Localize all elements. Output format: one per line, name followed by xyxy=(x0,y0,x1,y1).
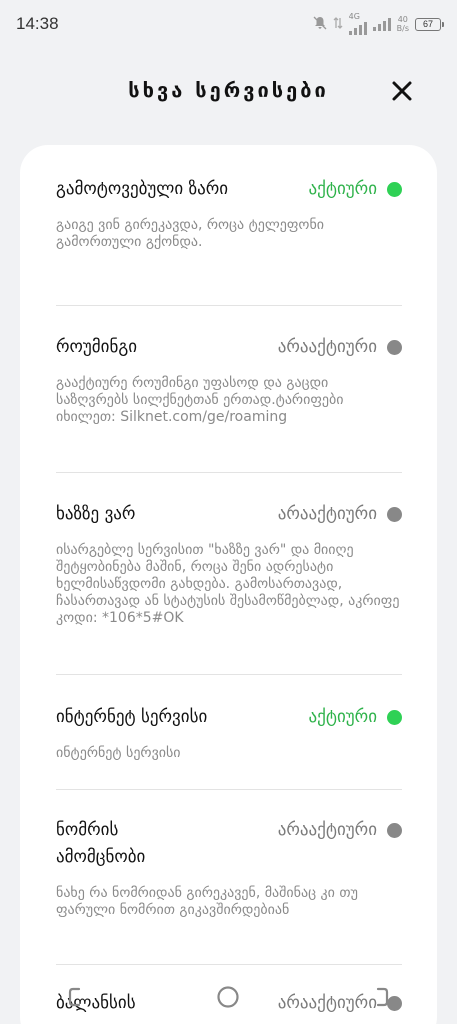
service-roaming: როუმინგი არააქტიური გააქტიურე როუმინგი უ… xyxy=(56,334,402,426)
recents-button[interactable] xyxy=(361,977,401,1017)
service-status: არააქტიური xyxy=(277,504,377,524)
service-description: გაიგე ვინ გირეკავდა, როცა ტელეფონი გამორ… xyxy=(56,217,325,250)
home-icon xyxy=(217,986,240,1008)
service-toggle[interactable]: აქტიური xyxy=(309,704,402,731)
back-button[interactable] xyxy=(56,977,96,1017)
service-name: როუმინგი xyxy=(56,337,138,357)
header: სხვა სერვისები xyxy=(0,70,457,114)
service-description: ინტერნეტ სერვისი xyxy=(56,745,181,761)
system-nav-bar xyxy=(0,970,457,1024)
close-icon xyxy=(392,81,412,101)
service-toggle[interactable]: არააქტიური xyxy=(278,334,402,361)
service-toggle[interactable]: აქტიური xyxy=(309,176,402,203)
divider xyxy=(56,674,402,675)
net-speed: 40 B/s xyxy=(397,15,409,33)
service-toggle[interactable]: არააქტიური xyxy=(278,501,402,528)
mute-icon xyxy=(313,16,327,33)
divider xyxy=(56,472,402,473)
service-name: ნომრის ამომცნობი xyxy=(56,820,146,867)
service-on-the-line: ხაზზე ვარ არააქტიური ისარგებლე სერვისით … xyxy=(56,501,402,627)
status-dot-icon xyxy=(387,182,402,197)
service-missed-call: გამოტოვებული ზარი აქტიური გაიგე ვინ გირე… xyxy=(56,176,402,251)
service-name: ხაზზე ვარ xyxy=(56,504,136,524)
network-type: 4G xyxy=(348,12,360,21)
battery-level: 67 xyxy=(422,19,433,29)
net-speed-value: 40 xyxy=(397,15,408,24)
signal-icon-2 xyxy=(372,17,391,31)
status-dot-icon xyxy=(387,710,402,725)
signal-icon xyxy=(348,21,367,35)
status-dot-icon xyxy=(387,340,402,355)
service-description: გააქტიურე როუმინგი უფასოდ და გაცდი საზღვ… xyxy=(56,375,344,425)
recents-icon xyxy=(376,987,388,1007)
service-name: ინტერნეტ სერვისი xyxy=(56,707,208,727)
status-bar: 14:38 4G 40 B/s 67 xyxy=(0,0,457,48)
battery-icon: 67 xyxy=(415,17,444,31)
service-description: ისარგებლე სერვისით "ხაზზე ვარ" და მიიღე … xyxy=(56,542,400,626)
service-status: არააქტიური xyxy=(277,337,377,357)
divider xyxy=(56,964,402,965)
status-time: 14:38 xyxy=(16,14,59,33)
divider xyxy=(56,789,402,790)
back-icon xyxy=(69,987,81,1007)
data-arrows-icon xyxy=(333,16,343,33)
service-internet: ინტერნეტ სერვისი აქტიური ინტერნეტ სერვის… xyxy=(56,704,402,762)
service-description: ნახე რა ნომრიდან გირეკავენ, მაშინაც კი თ… xyxy=(56,885,358,918)
service-name: გამოტოვებული ზარი xyxy=(56,179,229,199)
divider xyxy=(56,305,402,306)
status-icons: 4G 40 B/s 67 xyxy=(313,12,444,35)
service-toggle[interactable]: არააქტიური xyxy=(278,817,402,844)
status-dot-icon xyxy=(387,507,402,522)
home-button[interactable] xyxy=(208,977,248,1017)
service-caller-id: ნომრის ამომცნობი არააქტიური ნახე რა ნომრ… xyxy=(56,817,402,919)
service-status: არააქტიური xyxy=(277,820,377,840)
net-speed-unit: B/s xyxy=(396,24,409,33)
close-button[interactable] xyxy=(389,78,415,104)
service-status: აქტიური xyxy=(308,179,377,199)
services-card: გამოტოვებული ზარი აქტიური გაიგე ვინ გირე… xyxy=(20,145,437,1024)
status-dot-icon xyxy=(387,823,402,838)
service-status: აქტიური xyxy=(308,707,377,727)
